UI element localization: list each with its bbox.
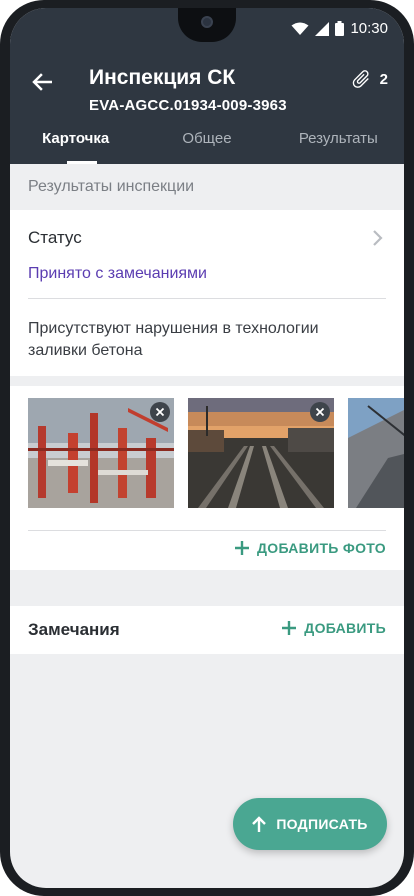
status-card[interactable]: Статус Принято с замечаниями Присутствую… [10, 210, 404, 376]
plus-icon [282, 621, 297, 635]
remarks-card: Замечания ДОБАВИТЬ [10, 606, 404, 654]
remarks-label: Замечания [28, 620, 120, 639]
paperclip-icon [352, 70, 369, 88]
crane-photo [348, 398, 404, 508]
app-bar: Инспекция СК EVA-AGCC.01934-009-3963 2 К… [10, 52, 404, 164]
status-indicators: 10:30 [291, 20, 388, 37]
add-photo-label: ДОБАВИТЬ ФОТО [256, 540, 386, 556]
photo-strip[interactable] [28, 398, 404, 508]
remove-photo-button[interactable] [150, 402, 170, 422]
screen: 10:30 Инспекция СК EVA-AGCC.01934-009-39… [10, 8, 404, 888]
close-icon [315, 407, 325, 417]
arrow-back-icon [32, 73, 52, 91]
back-button[interactable] [26, 66, 58, 98]
device-frame: 10:30 Инспекция СК EVA-AGCC.01934-009-39… [0, 0, 414, 896]
sign-button-label: ПОДПИСАТЬ [276, 816, 368, 832]
photos-card: ДОБАВИТЬ ФОТО [10, 386, 404, 570]
remove-photo-button[interactable] [310, 402, 330, 422]
divider [28, 298, 386, 299]
add-remark-label: ДОБАВИТЬ [304, 620, 386, 636]
page-subtitle: EVA-AGCC.01934-009-3963 [89, 97, 287, 114]
camera-icon [201, 16, 213, 28]
wifi-icon [291, 22, 309, 35]
attachments-button[interactable]: 2 [350, 68, 388, 90]
add-photo-button[interactable]: ДОБАВИТЬ ФОТО [234, 540, 386, 556]
tab-card[interactable]: Карточка [10, 120, 141, 164]
close-icon [155, 407, 165, 417]
status-label: Статус [28, 228, 82, 247]
battery-icon [335, 21, 345, 36]
cellular-signal-icon [315, 21, 330, 36]
add-remark-button[interactable]: ДОБАВИТЬ [282, 620, 386, 636]
status-bar: 10:30 [10, 8, 404, 52]
tab-bar: Карточка Общее Результаты [10, 120, 404, 164]
chevron-right-icon [373, 230, 383, 246]
status-value: Принято с замечаниями [28, 265, 207, 282]
page-title: Инспекция СК [89, 66, 236, 89]
tab-general[interactable]: Общее [141, 120, 272, 164]
plus-icon [234, 541, 249, 555]
divider [28, 530, 386, 531]
attachments-count: 2 [379, 70, 388, 88]
camera-notch [178, 8, 236, 42]
section-title: Результаты инспекции [28, 178, 195, 195]
sign-button[interactable]: ПОДПИСАТЬ [233, 798, 387, 850]
status-time: 10:30 [350, 20, 388, 37]
photo-thumbnail[interactable] [348, 398, 404, 508]
tab-results[interactable]: Результаты [273, 120, 404, 164]
inspection-comment: Присутствуют нарушения в технологии зали… [28, 320, 319, 359]
arrow-up-icon [252, 816, 267, 832]
photo-thumbnail[interactable] [28, 398, 174, 508]
photo-thumbnail[interactable] [188, 398, 334, 508]
